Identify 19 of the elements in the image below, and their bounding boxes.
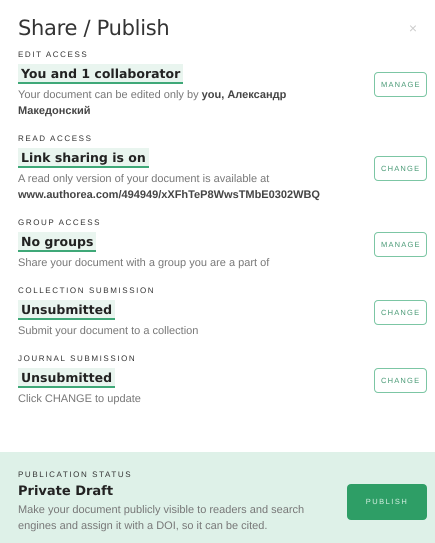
status-value: Unsubmitted xyxy=(18,368,116,388)
status-value: No groups xyxy=(18,232,96,252)
section-label: COLLECTION SUBMISSION xyxy=(18,286,156,295)
status-value: Link sharing is on xyxy=(18,148,149,168)
status-value: You and 1 collaborator xyxy=(18,64,184,84)
section-description: Your document can be edited only by you, Александр Македонский xyxy=(18,88,288,119)
section-description: Submit your document to a collection xyxy=(18,324,198,339)
section-description: Make your document publicly visible to readers and search engines and assign it with a DOI, so it can be cited. xyxy=(18,502,306,534)
section-label: READ ACCESS xyxy=(18,134,93,143)
status-value: Unsubmitted xyxy=(18,300,116,320)
dialog-title: Share / Publish xyxy=(18,16,170,40)
section-description: Click CHANGE to update xyxy=(18,392,141,407)
section-description: A read only version of your document is available at www.authorea.com/494949/xXFhTeP8WwsTMbE0302WBQ xyxy=(18,172,321,203)
section-label: GROUP ACCESS xyxy=(18,218,102,227)
section-description: Share your document with a group you are a part of xyxy=(18,256,270,271)
section-label: JOURNAL SUBMISSION xyxy=(18,354,136,363)
status-value: Private Draft xyxy=(18,484,114,498)
section-label: PUBLICATION STATUS xyxy=(18,470,132,478)
section-label: EDIT ACCESS xyxy=(18,50,88,59)
